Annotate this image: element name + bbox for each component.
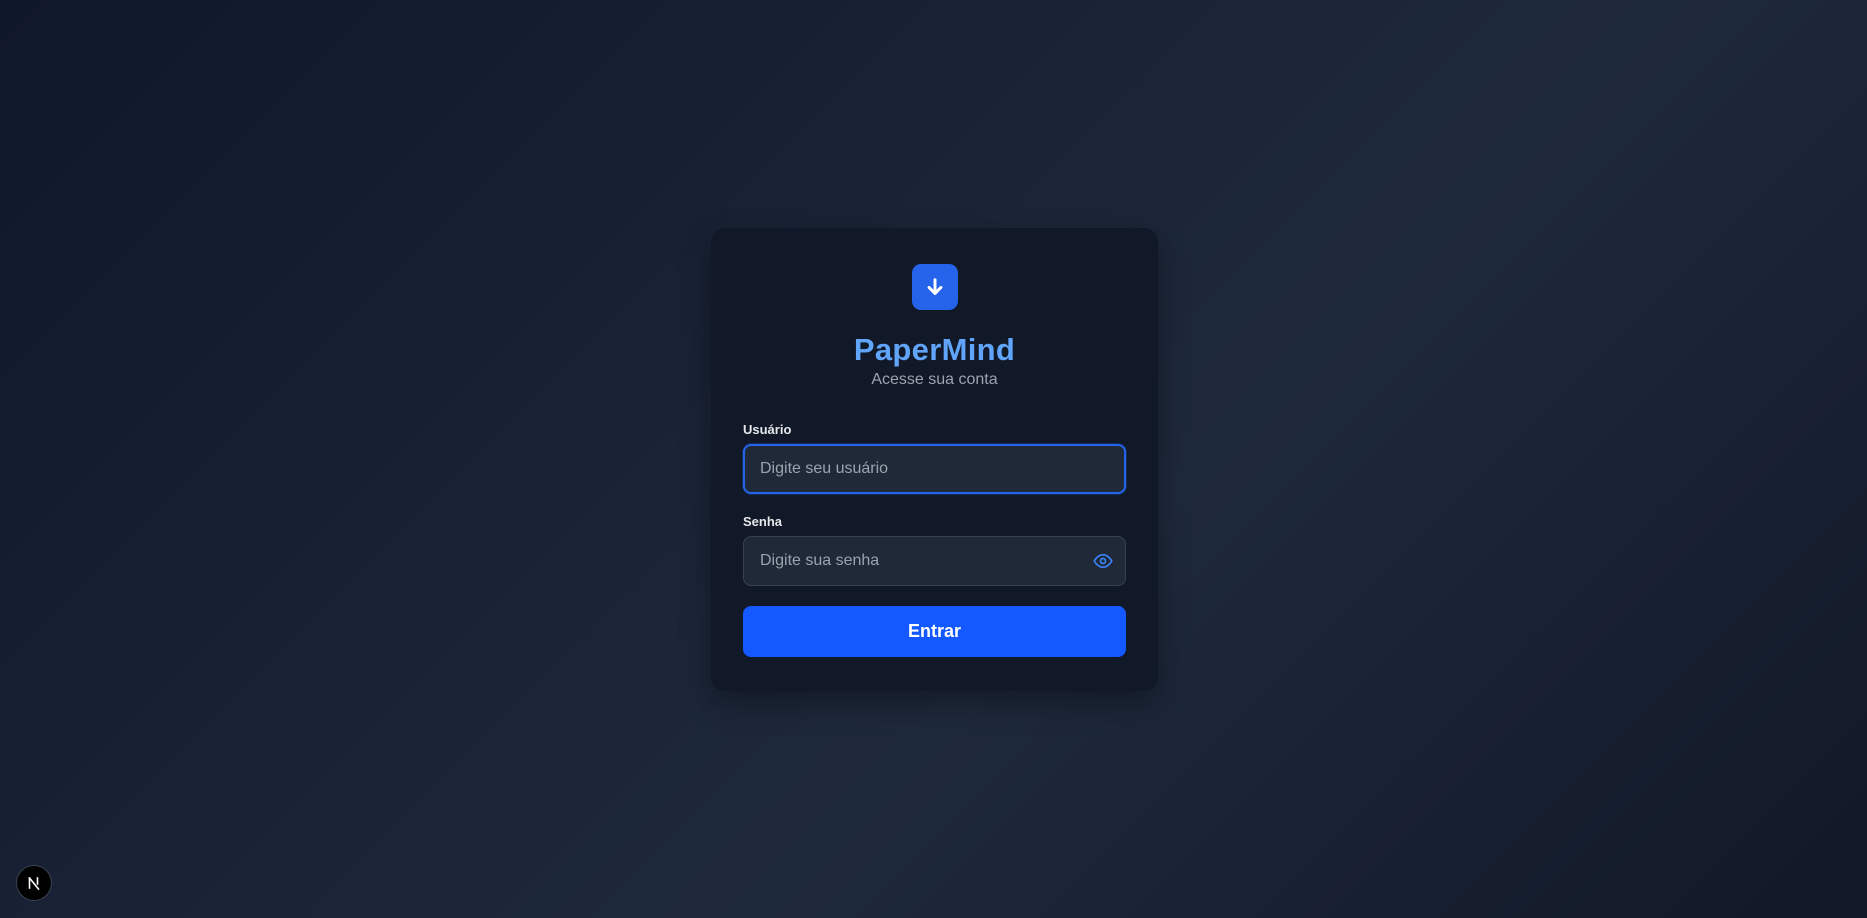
eye-icon xyxy=(1093,553,1113,569)
app-subtitle: Acesse sua conta xyxy=(871,371,998,388)
username-field-wrap xyxy=(743,444,1126,494)
password-label: Senha xyxy=(743,514,783,529)
username-label: Usuário xyxy=(743,422,792,437)
app-title: PaperMind xyxy=(853,332,1016,367)
toggle-password-visibility-button[interactable] xyxy=(1092,551,1114,571)
nextjs-dev-indicator-button[interactable] xyxy=(17,866,51,900)
login-submit-button[interactable]: Entrar xyxy=(743,606,1126,657)
password-field-wrap xyxy=(743,536,1126,586)
nextjs-logo-icon xyxy=(28,876,40,891)
username-input[interactable] xyxy=(743,444,1126,494)
login-card: PaperMind Acesse sua conta Usuário Senha… xyxy=(711,228,1158,691)
password-input[interactable] xyxy=(743,536,1126,586)
app-logo xyxy=(911,264,958,310)
arrow-down-icon xyxy=(927,278,942,295)
